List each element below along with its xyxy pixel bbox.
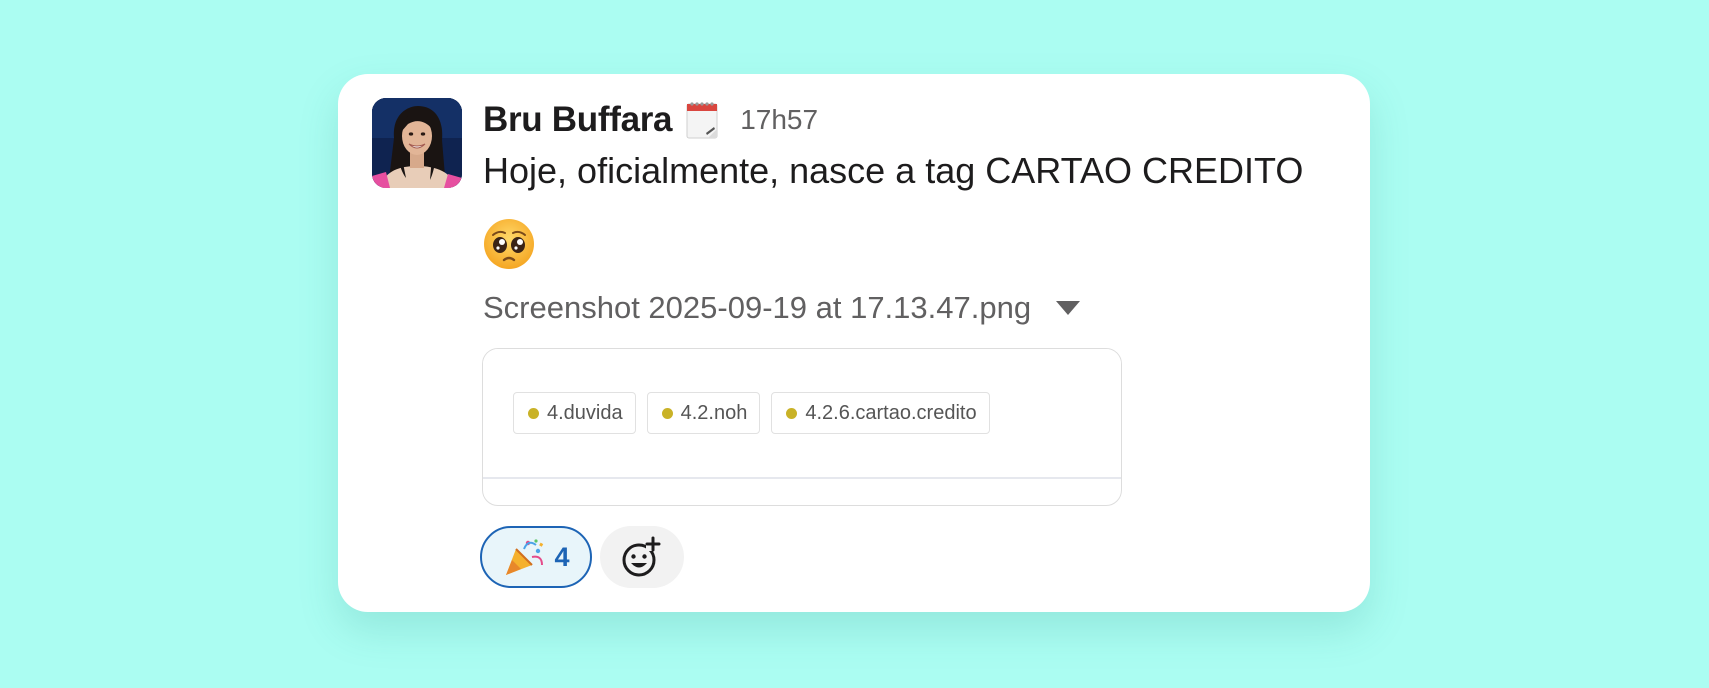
add-emoji-icon	[622, 536, 661, 577]
calendar-notepad-icon[interactable]	[684, 100, 720, 140]
tag-label: 4.2.noh	[680, 401, 748, 424]
tag-label: 4.duvida	[547, 401, 623, 424]
reaction-bar: 4	[480, 526, 684, 588]
tag-dot-icon	[661, 407, 673, 419]
reaction-party-popper[interactable]: 4	[480, 526, 592, 588]
attachment-preview[interactable]: 4.duvida 4.2.noh 4.2.6.cartao.credito	[482, 348, 1122, 506]
tag-dot-icon	[786, 407, 798, 419]
author-name[interactable]: Bru Buffara	[483, 100, 673, 140]
tag-chip: 4.duvida	[513, 392, 636, 434]
tag-chip: 4.2.6.cartao.credito	[771, 392, 990, 434]
tag-label: 4.2.6.cartao.credito	[805, 401, 977, 424]
avatar[interactable]	[372, 98, 462, 188]
avatar-image	[372, 98, 462, 188]
background: Bru Buffara 17h57 Hoje, oficialmente, na…	[0, 0, 1709, 688]
message-header: Bru Buffara 17h57	[483, 96, 818, 144]
message-text: Hoje, oficialmente, nasce a tag CARTAO C…	[483, 150, 1304, 191]
tag-chip: 4.2.noh	[646, 392, 761, 434]
pleading-face-emoji	[481, 216, 537, 272]
attachment-file-name[interactable]: Screenshot 2025-09-19 at 17.13.47.png	[483, 290, 1031, 326]
party-popper-icon	[502, 535, 546, 579]
tag-list: 4.duvida 4.2.noh 4.2.6.cartao.credito	[513, 392, 990, 434]
caret-down-icon[interactable]	[1055, 299, 1081, 317]
tag-dot-icon	[528, 407, 539, 419]
timestamp[interactable]: 17h57	[740, 104, 818, 136]
attachment-header: Screenshot 2025-09-19 at 17.13.47.png	[483, 290, 1081, 326]
message-card: Bru Buffara 17h57 Hoje, oficialmente, na…	[338, 74, 1370, 612]
add-reaction-button[interactable]	[600, 526, 684, 588]
reaction-count: 4	[554, 541, 570, 572]
preview-image: 4.duvida 4.2.noh 4.2.6.cartao.credito	[483, 349, 1121, 479]
